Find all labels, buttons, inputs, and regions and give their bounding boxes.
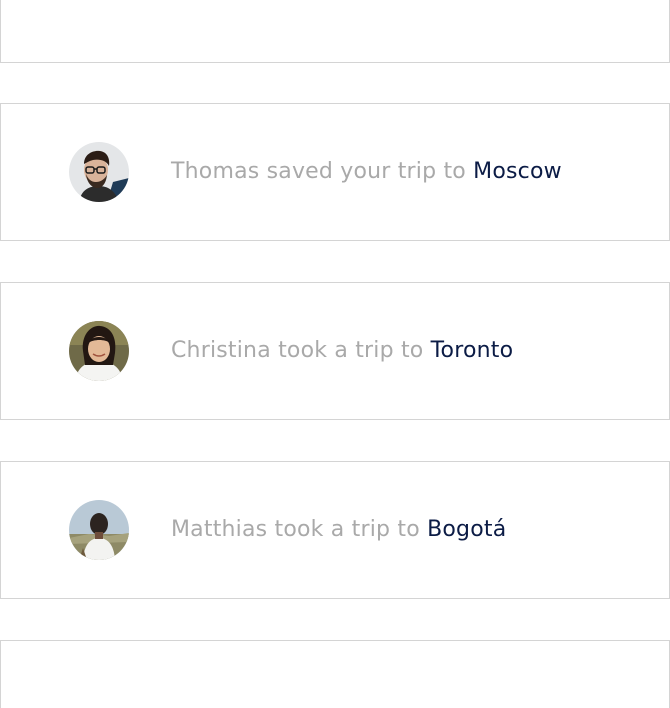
person-avatar-icon (69, 142, 129, 202)
activity-card[interactable]: Thomas saved your trip to Moscow (0, 103, 670, 241)
avatar (69, 142, 129, 202)
activity-message: Thomas saved your trip to Moscow (171, 157, 562, 187)
activity-text: Christina took a trip to (171, 338, 431, 363)
activity-text: Thomas saved your trip to (171, 159, 474, 184)
activity-message: Christina took a trip to Toronto (171, 336, 513, 366)
activity-message: Matthias took a trip to Bogotá (171, 515, 506, 545)
avatar (69, 500, 129, 560)
activity-card[interactable]: Matthias took a trip to Bogotá (0, 461, 670, 599)
place-link[interactable]: Bogotá (427, 517, 506, 542)
activity-card-partial-top (0, 0, 670, 63)
activity-text: Matthias took a trip to (171, 517, 428, 542)
person-avatar-icon (69, 321, 129, 381)
activity-card-partial-bottom (0, 640, 670, 708)
person-avatar-icon (69, 500, 129, 560)
place-link[interactable]: Toronto (431, 338, 514, 363)
activity-card[interactable]: Christina took a trip to Toronto (0, 282, 670, 420)
place-link[interactable]: Moscow (473, 159, 562, 184)
avatar (69, 321, 129, 381)
